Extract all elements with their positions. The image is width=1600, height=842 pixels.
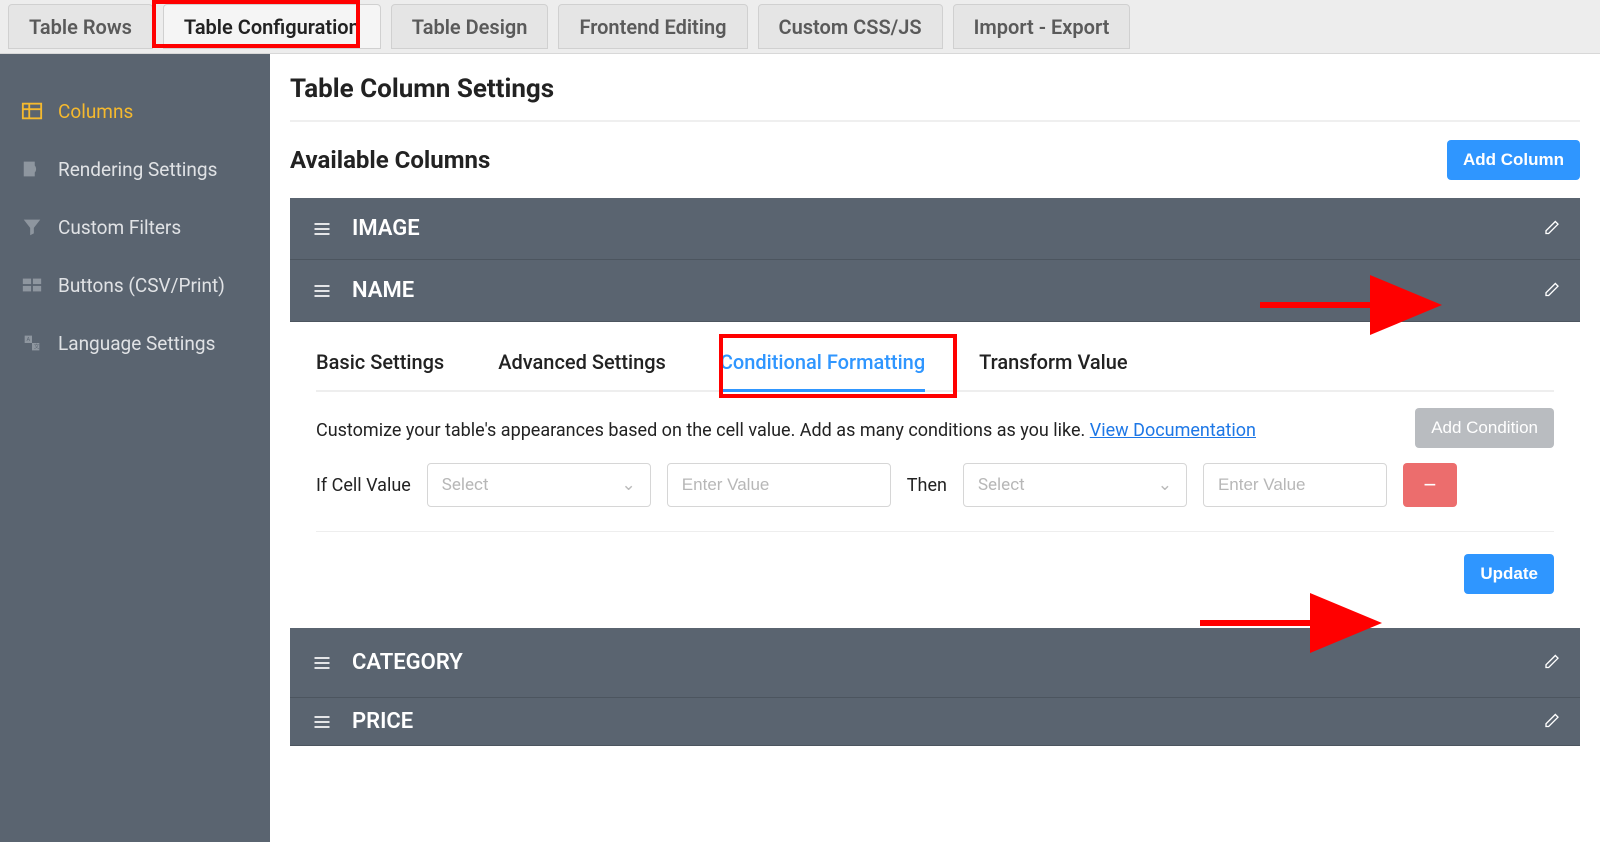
column-bar-category[interactable]: CATEGORY [290,628,1580,698]
chevron-down-icon: ⌄ [622,475,636,495]
if-cell-value-label: If Cell Value [316,475,411,496]
language-icon: A文 [20,331,44,355]
drag-handle-icon[interactable] [312,653,332,673]
sub-tab-basic-settings[interactable]: Basic Settings [316,350,444,390]
chevron-down-icon: ⌄ [1158,475,1172,495]
edit-icon[interactable] [1544,650,1560,675]
tab-frontend-editing[interactable]: Frontend Editing [558,4,747,49]
add-condition-button[interactable]: Add Condition [1415,408,1554,448]
edit-icon[interactable] [1544,216,1560,241]
then-action-select[interactable]: Select ⌄ [963,463,1187,507]
add-column-button[interactable]: Add Column [1447,140,1580,180]
then-value-input[interactable] [1203,463,1387,507]
column-bar-image[interactable]: IMAGE [290,198,1580,260]
sidebar-item-language-settings[interactable]: A文 Language Settings [0,314,270,372]
sidebar-item-buttons-csv-print[interactable]: Buttons (CSV/Print) [0,256,270,314]
top-tab-bar: Table Rows Table Configuration Table Des… [0,0,1600,54]
sub-tab-bar: Basic Settings Advanced Settings Conditi… [316,350,1554,392]
tab-table-rows[interactable]: Table Rows [8,4,153,49]
update-button[interactable]: Update [1464,554,1554,594]
tab-table-configuration[interactable]: Table Configuration [163,4,381,49]
sub-tab-advanced-settings[interactable]: Advanced Settings [498,350,666,390]
sidebar-item-label: Custom Filters [58,216,181,239]
drag-handle-icon[interactable] [312,281,332,301]
sidebar: Columns Rendering Settings Custom Filter… [0,54,270,842]
svg-text:A: A [27,337,31,343]
sidebar-item-label: Buttons (CSV/Print) [58,274,225,297]
available-columns-heading: Available Columns [290,146,490,174]
edit-icon[interactable] [1544,278,1560,303]
sidebar-item-columns[interactable]: Columns [0,82,270,140]
condition-row: If Cell Value Select ⌄ Then Select ⌄ − [316,463,1554,532]
column-label: NAME [352,278,414,303]
sub-tab-conditional-formatting[interactable]: Conditional Formatting [720,350,925,390]
render-icon [20,157,44,181]
sidebar-item-label: Columns [58,100,133,123]
edit-icon[interactable] [1544,709,1560,734]
funnel-icon [20,215,44,239]
columns-icon [20,99,44,123]
column-label: PRICE [352,709,413,734]
sidebar-item-label: Rendering Settings [58,158,217,181]
content-area: Table Column Settings Available Columns … [270,54,1600,842]
column-bar-name[interactable]: NAME [290,260,1580,322]
view-documentation-link[interactable]: View Documentation [1090,420,1256,441]
buttons-icon [20,273,44,297]
if-value-input[interactable] [667,463,891,507]
divider [290,120,1580,122]
sidebar-item-rendering-settings[interactable]: Rendering Settings [0,140,270,198]
column-bar-price[interactable]: PRICE [290,698,1580,746]
column-label: IMAGE [352,216,420,241]
column-panel-name: Basic Settings Advanced Settings Conditi… [290,322,1580,614]
sidebar-item-custom-filters[interactable]: Custom Filters [0,198,270,256]
if-operator-select[interactable]: Select ⌄ [427,463,651,507]
tab-custom-css-js[interactable]: Custom CSS/JS [758,4,943,49]
sidebar-item-label: Language Settings [58,332,215,355]
remove-condition-button[interactable]: − [1403,463,1457,507]
svg-text:文: 文 [34,343,40,351]
page-title: Table Column Settings [290,74,1580,104]
sub-tab-transform-value[interactable]: Transform Value [979,350,1127,390]
drag-handle-icon[interactable] [312,219,332,239]
tab-table-design[interactable]: Table Design [391,4,549,49]
conditional-description: Customize your table's appearances based… [316,420,1256,441]
column-label: CATEGORY [352,650,463,675]
tab-import-export[interactable]: Import - Export [953,4,1131,49]
then-label: Then [907,475,947,496]
drag-handle-icon[interactable] [312,712,332,732]
